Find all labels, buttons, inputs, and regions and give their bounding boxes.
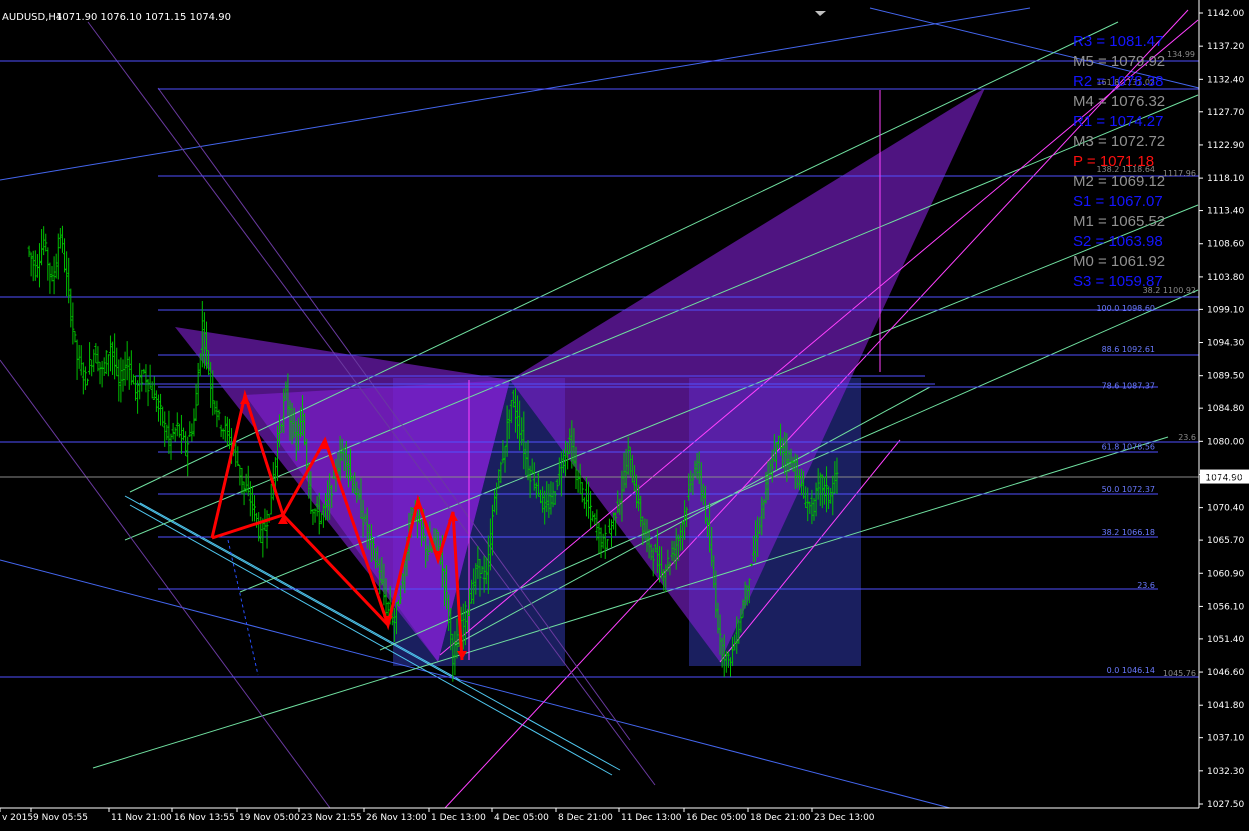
time-tick-label: 4 Dec 05:00	[494, 813, 549, 823]
time-tick-label: 26 Nov 13:00	[366, 813, 427, 823]
pivot-label: M2 = 1069.12	[1073, 173, 1165, 190]
time-tick-label: 8 Dec 21:00	[558, 813, 613, 823]
price-tick-label: 1056.10	[1207, 602, 1244, 612]
time-tick-label: 9 Nov 05:55	[33, 813, 88, 823]
extension-label: 1117.96	[1163, 169, 1196, 178]
price-tick-label: 1103.80	[1207, 273, 1244, 283]
extension-label: 1045.76	[1163, 669, 1196, 678]
price-tick-label: 1094.30	[1207, 339, 1244, 349]
ohlc-readout: 1071.90 1076.10 1071.15 1074.90	[56, 12, 231, 23]
time-tick-label: 18 Dec 21:00	[750, 813, 811, 823]
fib-level-label: 78.6 1087.37	[1102, 381, 1155, 390]
pivot-label: S2 = 1063.98	[1073, 233, 1163, 250]
pivot-label: S3 = 1059.87	[1073, 273, 1163, 290]
chart-window[interactable]: 100.0 1098.60 88.6 1092.61 78.6 1087.37 61.…	[0, 0, 1249, 827]
price-tick-label: 1137.20	[1207, 42, 1244, 52]
symbol-title: AUDUSD,H4	[2, 12, 62, 23]
pivot-label: M4 = 1076.32	[1073, 93, 1165, 110]
time-tick-label: 23 Nov 21:55	[301, 813, 362, 823]
price-tick-label: 1070.40	[1207, 504, 1244, 514]
time-tick-label: 16 Nov 13:55	[174, 813, 235, 823]
pivot-label: M1 = 1065.52	[1073, 213, 1165, 230]
price-tick-label: 1084.80	[1207, 404, 1244, 414]
price-tick-label: 1089.50	[1207, 372, 1244, 382]
time-tick-label: v 2015	[2, 813, 33, 823]
fib-level-label: 50.0 1072.37	[1102, 485, 1155, 494]
price-tick-label: 1142.00	[1207, 9, 1244, 19]
fib-level-label: 61.8 1078.56	[1102, 442, 1155, 451]
pivot-label: M3 = 1072.72	[1073, 133, 1165, 150]
price-tick-label: 1041.80	[1207, 701, 1244, 711]
price-tick-label: 1080.00	[1207, 437, 1244, 447]
pivot-label: P = 1071.18	[1073, 153, 1154, 170]
pivot-label: R3 = 1081.47	[1073, 33, 1164, 50]
price-tick-label: 1108.60	[1207, 240, 1244, 250]
pivot-label: R2 = 1078.38	[1073, 73, 1164, 90]
extension-label: 23.6	[1178, 433, 1196, 442]
fib-level-label: 88.6 1092.61	[1102, 345, 1155, 354]
fib-level-label: 38.2 1066.18	[1102, 528, 1155, 537]
time-tick-label: 16 Dec 05:00	[686, 813, 747, 823]
time-tick-label: 1 Dec 13:00	[431, 813, 486, 823]
fib-level-label: 100.0 1098.60	[1096, 304, 1155, 313]
time-tick-label: 11 Nov 21:00	[111, 813, 172, 823]
price-tick-label: 1113.40	[1207, 207, 1244, 217]
pivot-label: R1 = 1074.27	[1073, 113, 1164, 130]
price-tick-label: 1075.20	[1207, 470, 1244, 480]
price-tick-label: 1046.60	[1207, 668, 1244, 678]
price-tick-label: 1060.90	[1207, 569, 1244, 579]
price-tick-label: 1099.10	[1207, 305, 1244, 315]
price-tick-label: 1127.70	[1207, 108, 1244, 118]
price-chart[interactable]: 100.0 1098.60 88.6 1092.61 78.6 1087.37 61.…	[0, 0, 1249, 827]
price-tick-label: 1122.90	[1207, 141, 1244, 151]
pivot-label: M0 = 1061.92	[1073, 253, 1165, 270]
price-tick-label: 1065.70	[1207, 536, 1244, 546]
price-tick-label: 1132.40	[1207, 75, 1244, 85]
time-tick-label: 19 Nov 05:00	[239, 813, 300, 823]
pivot-label: S1 = 1067.07	[1073, 193, 1163, 210]
price-tick-label: 1027.50	[1207, 800, 1244, 810]
pivot-label: M5 = 1079.92	[1073, 53, 1165, 70]
price-tick-label: 1051.40	[1207, 635, 1244, 645]
price-tick-label: 1037.10	[1207, 734, 1244, 744]
price-tick-label: 1118.10	[1207, 174, 1244, 184]
extension-label: 134.99	[1167, 50, 1195, 59]
time-tick-label: 23 Dec 13:00	[814, 813, 875, 823]
fib-level-label: 0.0 1046.14	[1107, 666, 1155, 675]
fib-level-label: 23.6	[1137, 581, 1155, 590]
price-tick-label: 1032.30	[1207, 767, 1244, 777]
time-tick-label: 11 Dec 13:00	[621, 813, 682, 823]
